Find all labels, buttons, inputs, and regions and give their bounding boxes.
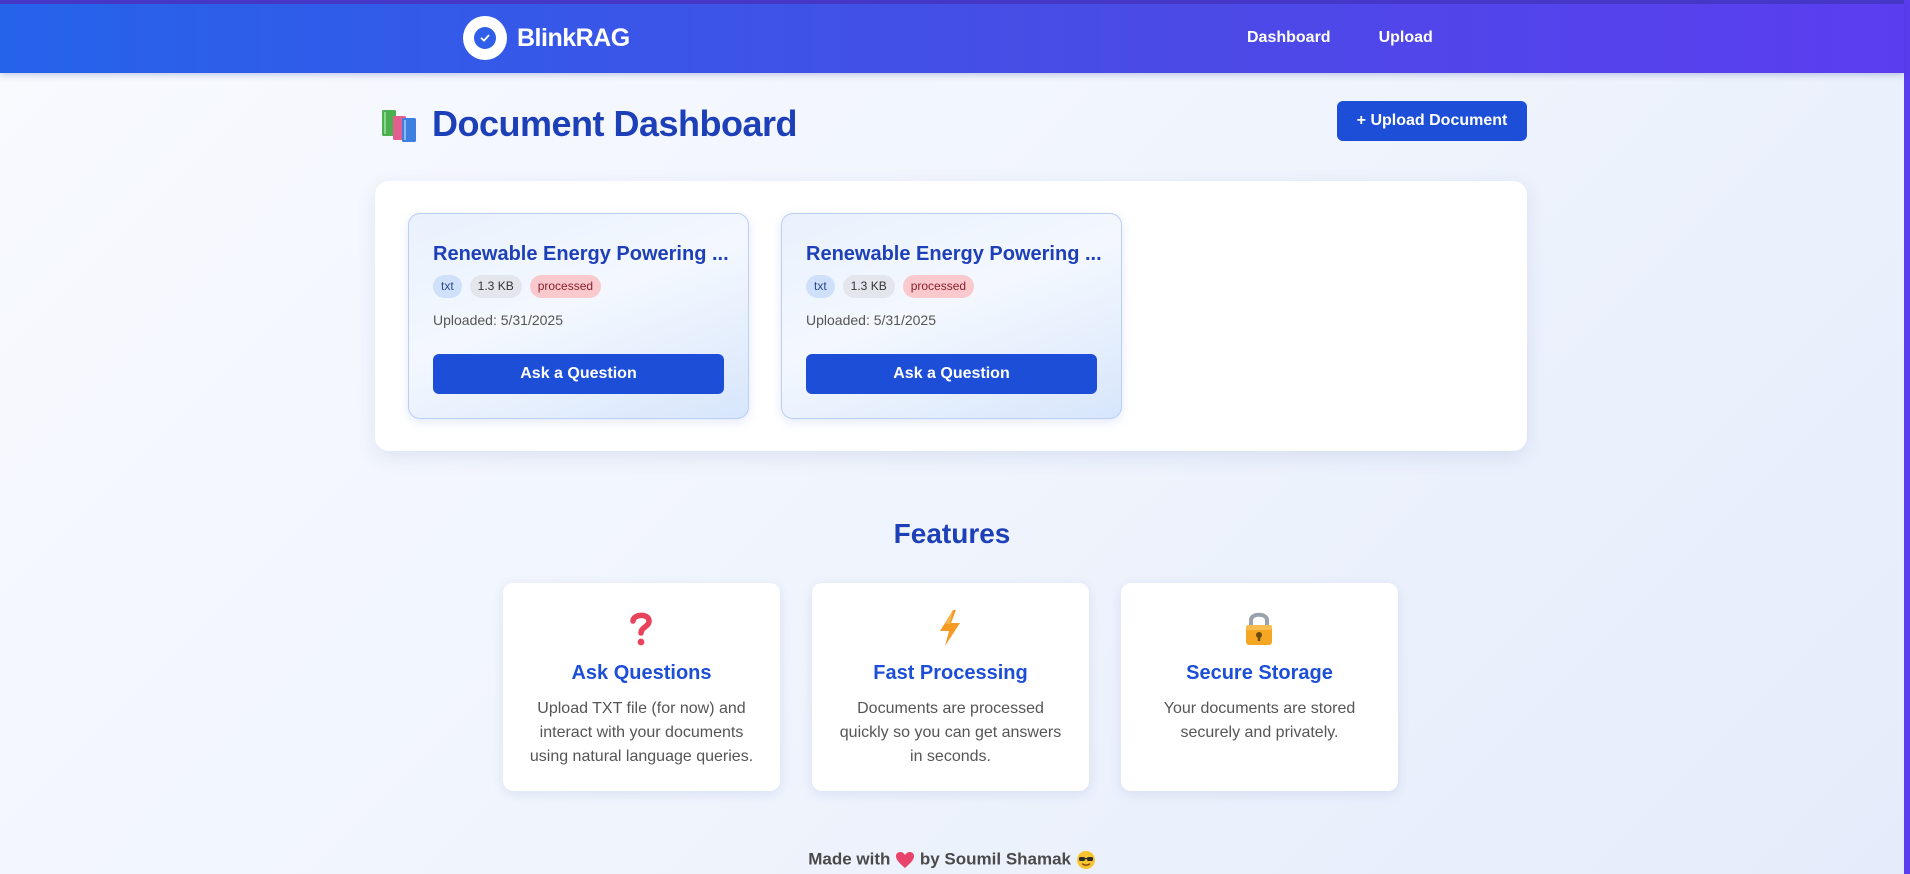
navbar: BlinkRAG Dashboard Upload [0, 4, 1904, 73]
page-header: Document Dashboard [380, 103, 798, 145]
document-title: Renewable Energy Powering ... [433, 243, 729, 265]
features-title: Features [893, 518, 1011, 549]
upload-date: Uploaded: 5/31/2025 [433, 312, 563, 328]
brand[interactable]: BlinkRAG [463, 16, 630, 60]
upload-date: Uploaded: 5/31/2025 [806, 312, 936, 328]
footer: Made with by Soumil Shamak [0, 849, 1904, 870]
books-icon [382, 110, 416, 142]
heart-icon [896, 851, 915, 868]
status-badge: processed [529, 275, 602, 298]
lock-icon [1246, 612, 1272, 645]
page-title: Document Dashboard [432, 103, 798, 144]
nav-upload-link[interactable]: Upload [1379, 29, 1433, 47]
document-badges: txt 1.3 KB processed [433, 275, 602, 298]
sunglasses-face-icon [1076, 850, 1095, 869]
footer-author: by Soumil Shamak [919, 849, 1072, 869]
feature-heading: Fast Processing [873, 662, 1028, 684]
feature-description: Documents are processed quickly so you c… [839, 700, 1062, 765]
footer-prefix: Made with [808, 849, 891, 869]
feature-card-secure-storage: Secure Storage Your documents are stored… [1121, 583, 1398, 791]
nav-dashboard-link[interactable]: Dashboard [1247, 29, 1331, 47]
documents-panel: Renewable Energy Powering ... txt 1.3 KB… [375, 181, 1527, 451]
file-type-badge: txt [433, 275, 462, 298]
question-mark-icon [630, 612, 652, 646]
document-title: Renewable Energy Powering ... [806, 243, 1102, 265]
file-size-badge: 1.3 KB [842, 275, 895, 298]
nav-links: Dashboard Upload [1247, 29, 1433, 47]
feature-description: Your documents are stored securely and p… [1163, 700, 1356, 741]
feature-card-ask-questions: Ask Questions Upload TXT file (for now) … [503, 583, 780, 791]
logo-check-icon [463, 16, 507, 60]
document-card[interactable]: Renewable Energy Powering ... txt 1.3 KB… [408, 213, 749, 419]
brand-name: BlinkRAG [517, 23, 630, 52]
lightning-icon [940, 610, 960, 646]
ask-question-button[interactable]: Ask a Question [806, 354, 1097, 394]
feature-heading: Secure Storage [1186, 662, 1333, 684]
feature-card-fast-processing: Fast Processing Documents are processed … [812, 583, 1089, 791]
feature-description: Upload TXT file (for now) and interact w… [529, 700, 754, 765]
upload-document-button[interactable]: + Upload Document [1337, 101, 1527, 141]
file-size-badge: 1.3 KB [469, 275, 522, 298]
document-card[interactable]: Renewable Energy Powering ... txt 1.3 KB… [781, 213, 1122, 419]
scrollbar[interactable] [1904, 0, 1910, 874]
ask-question-button[interactable]: Ask a Question [433, 354, 724, 394]
status-badge: processed [902, 275, 975, 298]
feature-heading: Ask Questions [571, 662, 712, 684]
document-badges: txt 1.3 KB processed [806, 275, 975, 298]
file-type-badge: txt [806, 275, 835, 298]
